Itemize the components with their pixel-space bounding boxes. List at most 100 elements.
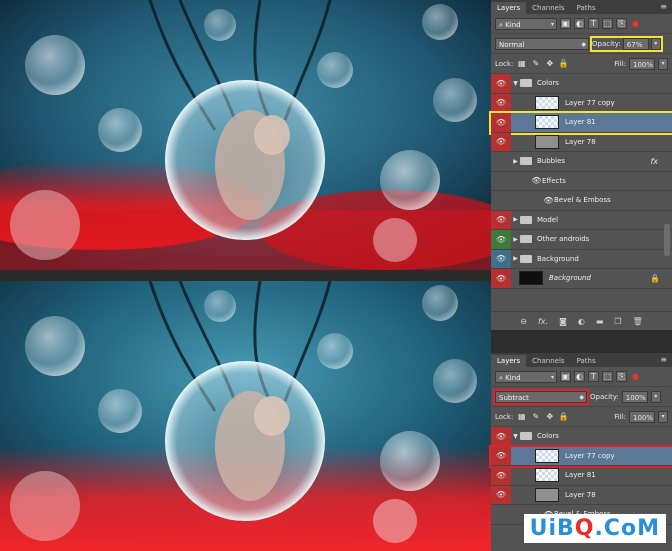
- scrollbar[interactable]: [664, 224, 670, 256]
- layer-row-selected[interactable]: 👁 Layer 81: [489, 111, 672, 135]
- type-filter-icon[interactable]: T: [588, 18, 599, 29]
- tab-paths[interactable]: Paths: [571, 355, 602, 367]
- opacity-slider-toggle[interactable]: ▾: [650, 37, 661, 50]
- new-layer-icon[interactable]: ❐: [614, 317, 621, 326]
- trash-icon[interactable]: 🗑: [633, 317, 643, 326]
- layer-name: Bubbles: [537, 157, 566, 166]
- lock-row: Lock: ▦ ✎ ✥ 🔒 Fill: 100% ▾: [491, 407, 672, 427]
- layer-name: Background: [549, 274, 591, 283]
- effect-row[interactable]: 👁 Bevel & Emboss: [491, 191, 672, 211]
- pixel-filter-icon[interactable]: ▣: [560, 371, 571, 382]
- artwork-canvas-top[interactable]: [0, 0, 491, 270]
- filter-toggle-icon[interactable]: ●: [630, 18, 641, 29]
- mask-icon[interactable]: ◙: [559, 317, 567, 326]
- layer-row[interactable]: 👁 ▼ Colors: [491, 427, 672, 447]
- visibility-eye-icon[interactable]: 👁: [491, 132, 511, 151]
- folder-icon[interactable]: ▬: [596, 317, 604, 326]
- fill-slider-toggle[interactable]: ▾: [658, 410, 668, 423]
- folder-icon: [520, 254, 532, 263]
- filter-kind-select[interactable]: ⌕ Kind ▾: [495, 370, 557, 383]
- layer-row-selected[interactable]: 👁 Layer 77 copy: [489, 444, 672, 468]
- filter-toggle-icon[interactable]: ●: [630, 371, 641, 382]
- lock-move-icon[interactable]: ✥: [544, 411, 555, 422]
- fill-input[interactable]: 100%: [629, 410, 655, 423]
- layer-name: Background: [537, 254, 579, 263]
- visibility-eye-icon[interactable]: 👁: [491, 446, 511, 465]
- effects-row[interactable]: 👁 Effects: [491, 172, 672, 191]
- link-icon[interactable]: ⊖: [520, 317, 527, 326]
- panel-menu-icon[interactable]: ≡: [660, 2, 667, 11]
- visibility-eye-icon[interactable]: [491, 152, 511, 171]
- visibility-eye-icon[interactable]: 👁: [491, 249, 511, 268]
- layer-row[interactable]: 👁 ▼ Colors: [491, 74, 672, 94]
- visibility-eye-icon[interactable]: 👁: [491, 93, 511, 112]
- expand-triangle-icon[interactable]: ▼: [511, 433, 520, 440]
- layer-row[interactable]: 👁 Layer 78: [491, 485, 672, 505]
- fill-input[interactable]: 100%: [629, 57, 655, 70]
- tab-channels[interactable]: Channels: [526, 355, 570, 367]
- expand-triangle-icon[interactable]: ▶: [511, 236, 520, 243]
- adjustment-filter-icon[interactable]: ◐: [574, 371, 585, 382]
- visibility-eye-icon[interactable]: 👁: [491, 466, 511, 485]
- layer-row[interactable]: 👁 ▶ Other androids: [491, 230, 672, 250]
- visibility-eye-icon[interactable]: 👁: [491, 230, 511, 249]
- panel-tabs: Layers Channels Paths ≡: [491, 0, 672, 14]
- layer-row[interactable]: 👁 Layer 78: [491, 132, 672, 152]
- opacity-slider-toggle[interactable]: ▾: [650, 390, 661, 403]
- visibility-eye-icon[interactable]: 👁: [491, 269, 511, 288]
- visibility-eye-icon[interactable]: 👁: [491, 485, 511, 504]
- lock-move-icon[interactable]: ✥: [544, 58, 555, 69]
- type-filter-icon[interactable]: T: [588, 371, 599, 382]
- layer-row[interactable]: 👁 Layer 77 copy: [491, 93, 672, 113]
- pixel-filter-icon[interactable]: ▣: [560, 18, 571, 29]
- panel-menu-icon[interactable]: ≡: [660, 355, 667, 364]
- adjustment-icon[interactable]: ◐: [578, 317, 585, 326]
- visibility-eye-icon[interactable]: 👁: [491, 210, 511, 229]
- smart-object-filter-icon[interactable]: ⎘: [616, 371, 627, 382]
- tab-layers[interactable]: Layers: [491, 355, 527, 367]
- lock-brush-icon[interactable]: ✎: [530, 411, 541, 422]
- layer-row[interactable]: 👁 Background 🔒: [491, 269, 672, 289]
- site-watermark: UiBQ.CoM: [523, 514, 666, 543]
- expand-triangle-icon[interactable]: ▶: [511, 216, 520, 223]
- adjustment-filter-icon[interactable]: ◐: [574, 18, 585, 29]
- artwork-canvas-bottom[interactable]: [0, 281, 491, 551]
- filter-kind-select[interactable]: ⌕ Kind ▾: [495, 17, 557, 30]
- tab-layers[interactable]: Layers: [491, 2, 527, 14]
- canvas-separator: [0, 270, 491, 281]
- lock-brush-icon[interactable]: ✎: [530, 58, 541, 69]
- lock-transparent-icon[interactable]: ▦: [516, 411, 527, 422]
- blend-mode-select[interactable]: Normal ◆: [495, 37, 589, 50]
- expand-triangle-icon[interactable]: ▶: [511, 255, 520, 262]
- expand-triangle-icon[interactable]: ▼: [511, 80, 520, 87]
- fill-slider-toggle[interactable]: ▾: [658, 57, 668, 70]
- opacity-label: Opacity:: [590, 392, 619, 401]
- shape-filter-icon[interactable]: ⬚: [602, 18, 613, 29]
- layer-row[interactable]: ▶ Bubbles fx: [491, 152, 672, 172]
- opacity-label: Opacity:: [592, 39, 621, 48]
- effect-eye-icon[interactable]: 👁: [531, 175, 542, 186]
- tab-paths[interactable]: Paths: [571, 2, 602, 14]
- layer-row[interactable]: 👁 Layer 81: [491, 466, 672, 486]
- lock-label: Lock:: [495, 59, 514, 68]
- lock-transparent-icon[interactable]: ▦: [516, 58, 527, 69]
- layer-name: Colors: [537, 79, 559, 88]
- lock-all-icon[interactable]: 🔒: [558, 411, 569, 422]
- visibility-eye-icon[interactable]: 👁: [491, 427, 511, 446]
- visibility-eye-icon[interactable]: 👁: [491, 113, 511, 132]
- fx-icon[interactable]: fx.: [538, 317, 548, 326]
- layer-row[interactable]: 👁 ▶ Model: [491, 210, 672, 230]
- smart-object-filter-icon[interactable]: ⎘: [616, 18, 627, 29]
- effect-eye-icon[interactable]: 👁: [543, 195, 554, 206]
- expand-triangle-icon[interactable]: ▶: [511, 158, 520, 165]
- layer-row[interactable]: 👁 ▶ Background: [491, 249, 672, 269]
- blend-mode-select[interactable]: Subtract ◆: [493, 388, 589, 405]
- visibility-eye-icon[interactable]: 👁: [491, 74, 511, 93]
- fx-icon[interactable]: fx: [650, 157, 658, 166]
- layer-thumbnail: [535, 115, 559, 130]
- tab-channels[interactable]: Channels: [526, 2, 570, 14]
- opacity-input[interactable]: 67%: [622, 37, 649, 50]
- opacity-input[interactable]: 100%: [621, 390, 648, 403]
- lock-all-icon[interactable]: 🔒: [558, 58, 569, 69]
- shape-filter-icon[interactable]: ⬚: [602, 371, 613, 382]
